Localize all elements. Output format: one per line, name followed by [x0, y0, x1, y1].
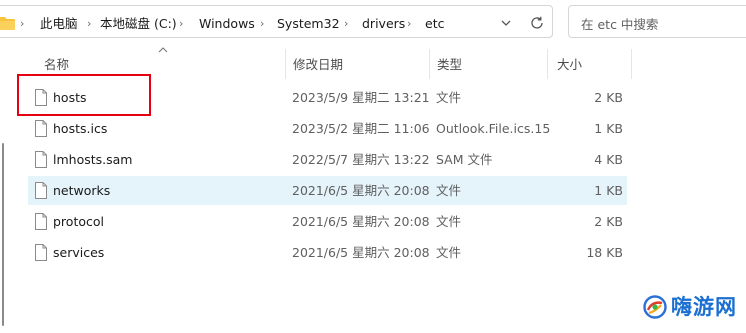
file-name: hosts.ics: [53, 121, 108, 136]
file-type: 文件: [436, 183, 462, 198]
file-row-services[interactable]: services 2021/6/5 星期六 20:08 文件 18 KB: [28, 238, 627, 267]
sort-up-icon: [158, 47, 168, 53]
chevron-right-icon[interactable]: ›: [344, 15, 348, 33]
file-date: 2021/6/5 星期六 20:08: [292, 214, 430, 229]
chevron-right-icon[interactable]: ›: [179, 15, 183, 33]
address-bar[interactable]: › 此电脑 › 本地磁盘 (C:) › Windows › System32 ›…: [0, 5, 553, 38]
file-size: 2 KB: [594, 90, 623, 105]
file-type: 文件: [436, 90, 462, 105]
breadcrumb-windows[interactable]: Windows: [199, 15, 255, 33]
column-header-date[interactable]: 修改日期: [293, 56, 343, 74]
column-header-name[interactable]: 名称: [44, 56, 69, 74]
file-row-hosts-ics[interactable]: hosts.ics 2023/5/2 星期二 11:06 Outlook.Fil…: [28, 114, 627, 143]
file-name: networks: [53, 183, 111, 198]
file-row-lmhosts-sam[interactable]: lmhosts.sam 2022/5/7 星期六 13:22 SAM 文件 4 …: [28, 145, 627, 174]
breadcrumb-drivers[interactable]: drivers: [362, 15, 405, 33]
file-icon: [35, 120, 47, 137]
file-date: 2021/6/5 星期六 20:08: [292, 245, 430, 260]
column-divider[interactable]: [429, 49, 430, 79]
chevron-down-icon[interactable]: [499, 16, 513, 30]
file-icon: [35, 182, 47, 199]
file-icon: [35, 244, 47, 261]
chevron-right-icon[interactable]: ›: [20, 15, 24, 33]
file-type: Outlook.File.ics.15: [436, 121, 551, 136]
breadcrumb-system32[interactable]: System32: [277, 15, 340, 33]
file-name: services: [53, 245, 105, 260]
file-icon: [35, 213, 47, 230]
file-name: protocol: [53, 214, 104, 229]
column-divider[interactable]: [285, 49, 286, 79]
chevron-right-icon[interactable]: ›: [407, 15, 411, 33]
file-date: 2021/6/5 星期六 20:08: [292, 183, 430, 198]
chevron-right-icon[interactable]: ›: [87, 15, 91, 33]
file-row-networks[interactable]: networks 2021/6/5 星期六 20:08 文件 1 KB: [28, 176, 627, 205]
search-placeholder: 在 etc 中搜索: [581, 17, 659, 32]
column-header-type[interactable]: 类型: [437, 56, 462, 74]
chevron-right-icon[interactable]: ›: [260, 15, 264, 33]
breadcrumb-etc[interactable]: etc: [425, 15, 444, 33]
file-date: 2023/5/2 星期二 11:06: [292, 121, 430, 136]
file-row-protocol[interactable]: protocol 2021/6/5 星期六 20:08 文件 2 KB: [28, 207, 627, 236]
column-divider[interactable]: [631, 49, 632, 79]
search-box[interactable]: 在 etc 中搜索: [568, 5, 746, 38]
watermark-text: 嗨游网: [671, 295, 737, 319]
refresh-icon[interactable]: [529, 15, 545, 31]
file-type: SAM 文件: [436, 152, 493, 167]
file-type: 文件: [436, 214, 462, 229]
file-date: 2023/5/9 星期二 13:21: [292, 90, 430, 105]
file-size: 18 KB: [586, 245, 623, 260]
file-icon: [35, 151, 47, 168]
file-type: 文件: [436, 245, 462, 260]
column-header-size[interactable]: 大小: [557, 56, 582, 74]
column-divider[interactable]: [547, 49, 548, 79]
watermark-logo-icon: [643, 295, 667, 319]
file-date: 2022/5/7 星期六 13:22: [292, 152, 430, 167]
scrollbar[interactable]: [2, 143, 4, 326]
breadcrumb-local-disk[interactable]: 本地磁盘 (C:): [100, 15, 177, 33]
breadcrumb-this-pc[interactable]: 此电脑: [40, 15, 78, 33]
file-size: 1 KB: [594, 121, 623, 136]
file-size: 4 KB: [594, 152, 623, 167]
file-size: 1 KB: [594, 183, 623, 198]
file-name: lmhosts.sam: [53, 152, 133, 167]
file-size: 2 KB: [594, 214, 623, 229]
highlight-box: [17, 74, 151, 116]
folder-icon: [0, 17, 15, 30]
